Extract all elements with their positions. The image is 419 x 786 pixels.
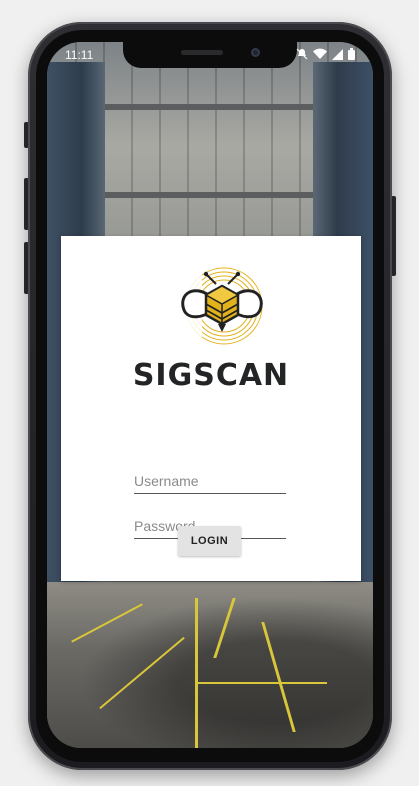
phone-screen: 11:11 SIGSCAN Username Password LOGIN — [47, 42, 373, 748]
device-mockup: 11:11 SIGSCAN Username Password LOGIN — [0, 0, 419, 786]
background-floor — [47, 582, 373, 748]
status-bar: 11:11 — [47, 42, 373, 70]
notch — [123, 42, 297, 68]
floor-marking — [197, 682, 327, 684]
signal-icon — [332, 48, 343, 63]
brand-title: SIGSCAN — [132, 358, 290, 393]
username-input[interactable] — [134, 469, 286, 494]
login-card: SIGSCAN LOGIN — [61, 236, 361, 581]
wifi-icon — [313, 48, 327, 63]
home-indicator — [160, 734, 260, 738]
floor-marking — [195, 598, 198, 748]
battery-icon — [348, 48, 355, 63]
status-time: 11:11 — [65, 48, 94, 62]
do-not-disturb-icon — [296, 48, 308, 63]
login-button[interactable]: LOGIN — [178, 526, 241, 556]
front-camera — [251, 48, 260, 57]
speaker-grille — [181, 50, 223, 55]
bee-logo-icon — [176, 266, 266, 350]
status-icons — [296, 48, 355, 63]
